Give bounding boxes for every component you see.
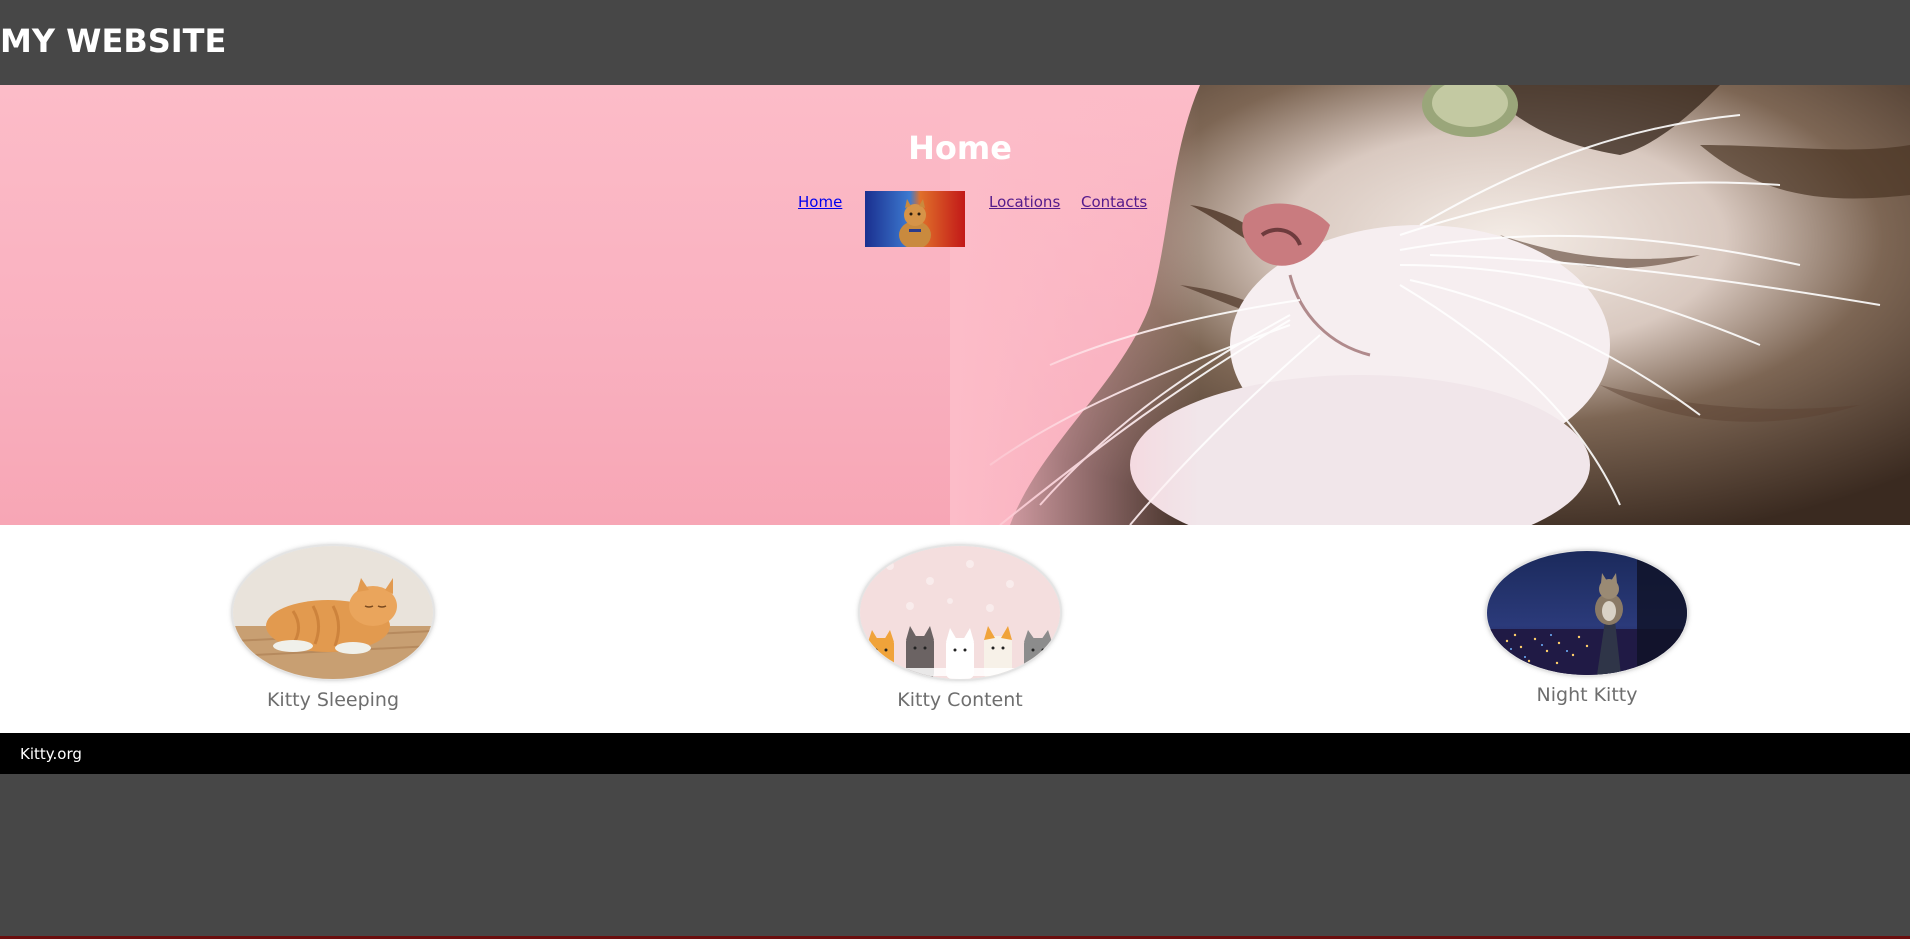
top-bar: MY WEBSITE [0, 0, 1910, 85]
gallery-section: Kitty Sleeping Kitty Content Night Kitty [0, 525, 1910, 733]
night-city-cat-icon [1487, 551, 1687, 675]
cat-thumbnail-icon [865, 191, 965, 247]
hero-banner: Home Home Locations Contacts [0, 85, 1910, 525]
kitty-sleeping-image[interactable] [233, 546, 433, 679]
page-title: Home [908, 129, 1012, 167]
caption-kitty-content: Kitty Content [897, 689, 1023, 711]
nav-cat-image[interactable] [865, 191, 965, 247]
nav-link-contacts[interactable]: Contacts [1081, 193, 1147, 211]
kitty-content-image[interactable] [860, 546, 1060, 679]
nav-link-locations[interactable]: Locations [989, 193, 1060, 211]
site-title: MY WEBSITE [0, 22, 227, 60]
nav-link-home[interactable]: Home [798, 193, 842, 211]
caption-night-kitty: Night Kitty [1536, 684, 1638, 706]
footer: Kitty.org [0, 733, 1910, 774]
footer-text: Kitty.org [20, 745, 82, 763]
sleeping-cat-icon [233, 546, 433, 679]
caption-kitty-sleeping: Kitty Sleeping [266, 689, 400, 711]
night-kitty-image[interactable] [1487, 551, 1687, 675]
cartoon-cats-icon [860, 546, 1060, 679]
